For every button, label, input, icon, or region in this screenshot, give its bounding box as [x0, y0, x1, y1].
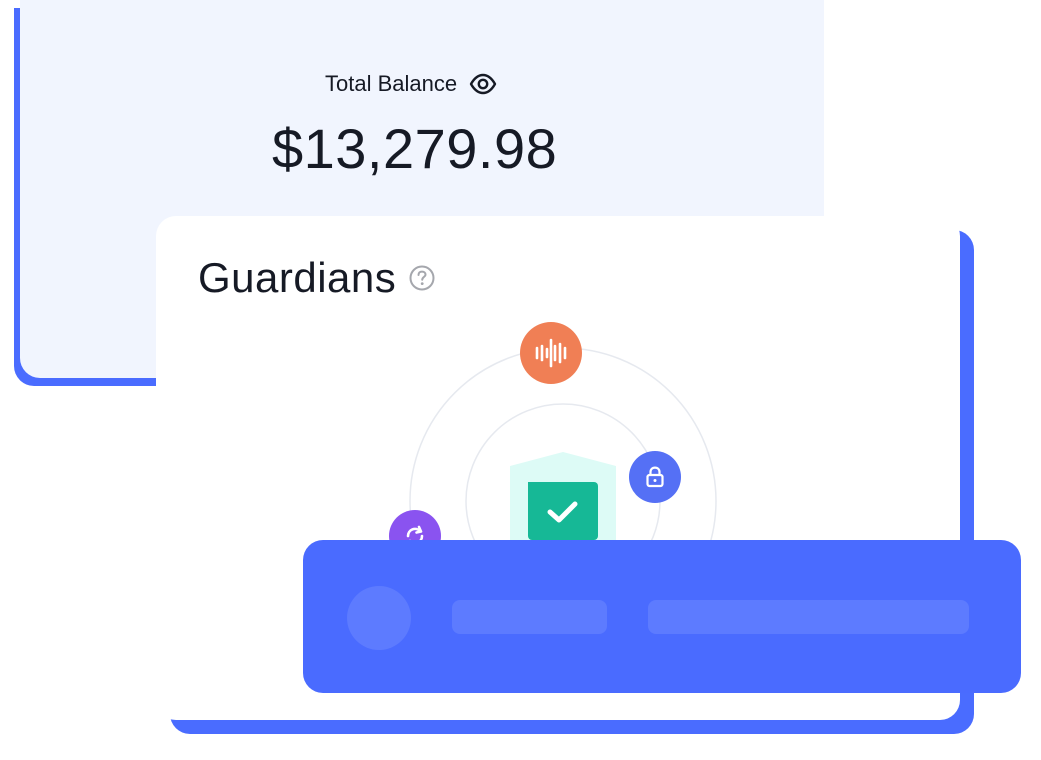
balance-label: Total Balance	[325, 71, 458, 96]
waveform-icon[interactable]	[520, 322, 582, 384]
eye-icon[interactable]	[469, 70, 497, 98]
guardian-list-item-placeholder[interactable]	[303, 540, 1021, 693]
lock-icon[interactable]	[629, 451, 681, 503]
detail-placeholder	[648, 600, 969, 634]
avatar-placeholder	[347, 586, 411, 650]
name-placeholder	[452, 600, 607, 634]
balance-header: Total Balance	[325, 68, 497, 100]
balance-amount: $13,279.98	[272, 117, 558, 180]
